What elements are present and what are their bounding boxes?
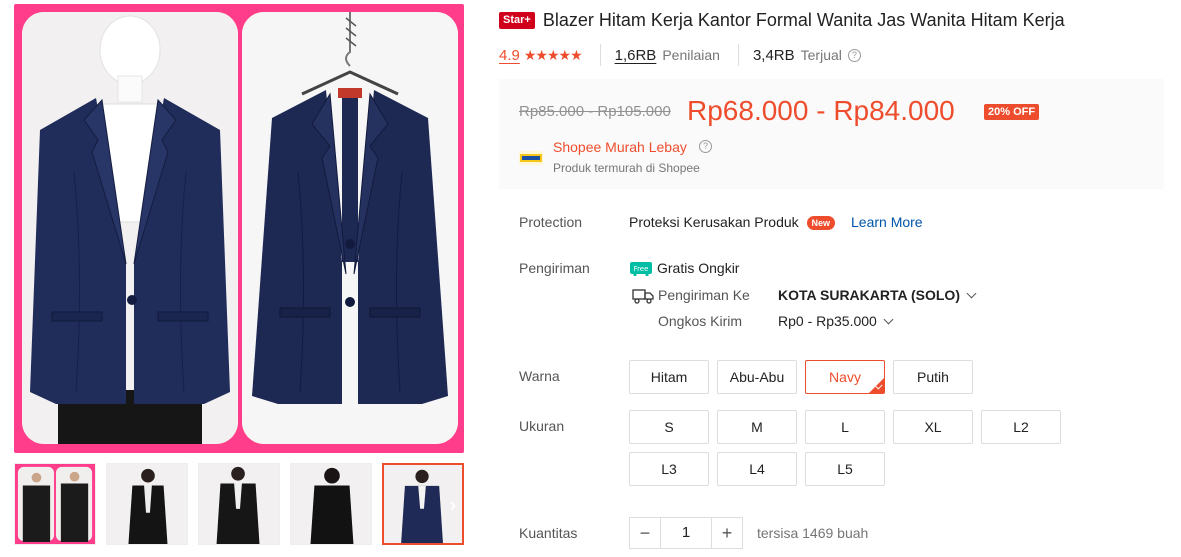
discount-badge: 20% OFF	[984, 104, 1040, 120]
thumbnail-2-image	[107, 464, 187, 544]
size-option-l5[interactable]: L5	[805, 452, 885, 486]
sold-label: Terjual	[800, 47, 842, 63]
shipping-destination: KOTA SURAKARTA (SOLO)	[778, 287, 960, 303]
thumbnail-4-image	[291, 464, 371, 544]
thumbnail-strip: ›	[14, 463, 464, 545]
size-option-xl[interactable]: XL	[893, 410, 973, 444]
color-option-putih[interactable]: Putih	[893, 360, 973, 394]
color-option-abu-abu[interactable]: Abu-Abu	[717, 360, 797, 394]
size-option-l4[interactable]: L4	[717, 452, 797, 486]
checkmark-icon	[869, 378, 884, 393]
size-option-m[interactable]: M	[717, 410, 797, 444]
protection-label: Protection	[519, 214, 583, 230]
blazer-hanger-illustration	[242, 12, 458, 444]
shipping-destination-dropdown[interactable]: KOTA SURAKARTA (SOLO)	[778, 287, 977, 303]
free-icon-text: Free	[634, 265, 649, 273]
size-option-l[interactable]: L	[805, 410, 885, 444]
thumbnail-3-image	[199, 464, 279, 544]
quantity-input[interactable]: 1	[661, 517, 711, 549]
size-option-l3[interactable]: L3	[629, 452, 709, 486]
star-rating-icon: ★★★★★	[523, 46, 583, 63]
chevron-down-icon	[883, 314, 894, 325]
current-price: Rp68.000 - Rp84.000	[687, 95, 955, 126]
question-mark-icon[interactable]: ?	[699, 140, 712, 153]
divider	[599, 44, 601, 66]
color-label: Warna	[519, 368, 560, 384]
color-option-navy-selected[interactable]: Navy	[805, 360, 885, 394]
increase-quantity-button[interactable]: +	[711, 517, 743, 549]
product-image-gallery[interactable]	[14, 4, 464, 453]
quantity-label: Kuantitas	[519, 525, 578, 541]
promo-subtitle: Produk termurah di Shopee	[553, 161, 700, 175]
shipping-to-label: Pengiriman Ke	[658, 287, 750, 303]
free-shipping-icon: Free	[630, 262, 652, 276]
blazer-mannequin-illustration	[22, 12, 238, 444]
rating-value[interactable]: 4.9	[499, 47, 520, 64]
title-row: Star+ Blazer Hitam Kerja Kantor Formal W…	[499, 10, 1169, 31]
shipping-label: Pengiriman	[519, 260, 590, 276]
question-mark-icon[interactable]: ?	[847, 48, 861, 62]
main-image-right-blazer-on-hanger	[242, 12, 458, 444]
reviews-count[interactable]: 1,6RB	[615, 47, 657, 64]
chevron-right-icon[interactable]: ›	[450, 495, 456, 516]
color-option-navy-label: Navy	[829, 369, 861, 385]
shipping-cost-dropdown[interactable]: Rp0 - Rp35.000	[778, 313, 894, 329]
thumbnail-1[interactable]	[14, 463, 96, 545]
chevron-down-icon	[966, 288, 977, 299]
shopee-murah-lebay-icon	[519, 151, 543, 165]
promo-title[interactable]: Shopee Murah Lebay	[553, 139, 687, 155]
original-price: Rp85.000 - Rp105.000	[519, 103, 671, 120]
product-info-panel: Star+ Blazer Hitam Kerja Kantor Formal W…	[499, 0, 1169, 557]
thumbnail-1-image	[15, 464, 95, 544]
reviews-label: Penilaian	[662, 47, 720, 63]
quantity-stepper: − 1 +	[629, 517, 743, 549]
decrease-quantity-button[interactable]: −	[629, 517, 661, 549]
truck-icon	[632, 289, 654, 304]
sold-count: 3,4RB	[752, 46, 795, 64]
learn-more-link[interactable]: Learn More	[851, 214, 923, 230]
star-plus-badge: Star+	[499, 12, 535, 29]
protection-text: Proteksi Kerusakan Produk	[629, 214, 799, 230]
main-image-left-blazer-on-mannequin	[22, 12, 238, 444]
thumbnail-4[interactable]	[290, 463, 372, 545]
thumbnail-2[interactable]	[106, 463, 188, 545]
stock-remaining: tersisa 1469 buah	[757, 525, 869, 541]
color-option-hitam[interactable]: Hitam	[629, 360, 709, 394]
free-shipping-text: Gratis Ongkir	[657, 260, 740, 276]
price-section: Rp85.000 - Rp105.000 Rp68.000 - Rp84.000…	[499, 79, 1164, 189]
thumbnail-3[interactable]	[198, 463, 280, 545]
size-option-s[interactable]: S	[629, 410, 709, 444]
size-option-l2[interactable]: L2	[981, 410, 1061, 444]
product-stats: 4.9 ★★★★★ 1,6RB Penilaian 3,4RB Terjual …	[499, 44, 861, 66]
new-badge: New	[806, 216, 836, 231]
product-title: Blazer Hitam Kerja Kantor Formal Wanita …	[542, 10, 1065, 30]
shipping-cost-label: Ongkos Kirim	[658, 313, 743, 329]
shipping-cost: Rp0 - Rp35.000	[778, 313, 877, 329]
protection-value: Proteksi Kerusakan Produk New	[629, 214, 836, 231]
divider	[737, 44, 739, 66]
size-label: Ukuran	[519, 418, 565, 434]
